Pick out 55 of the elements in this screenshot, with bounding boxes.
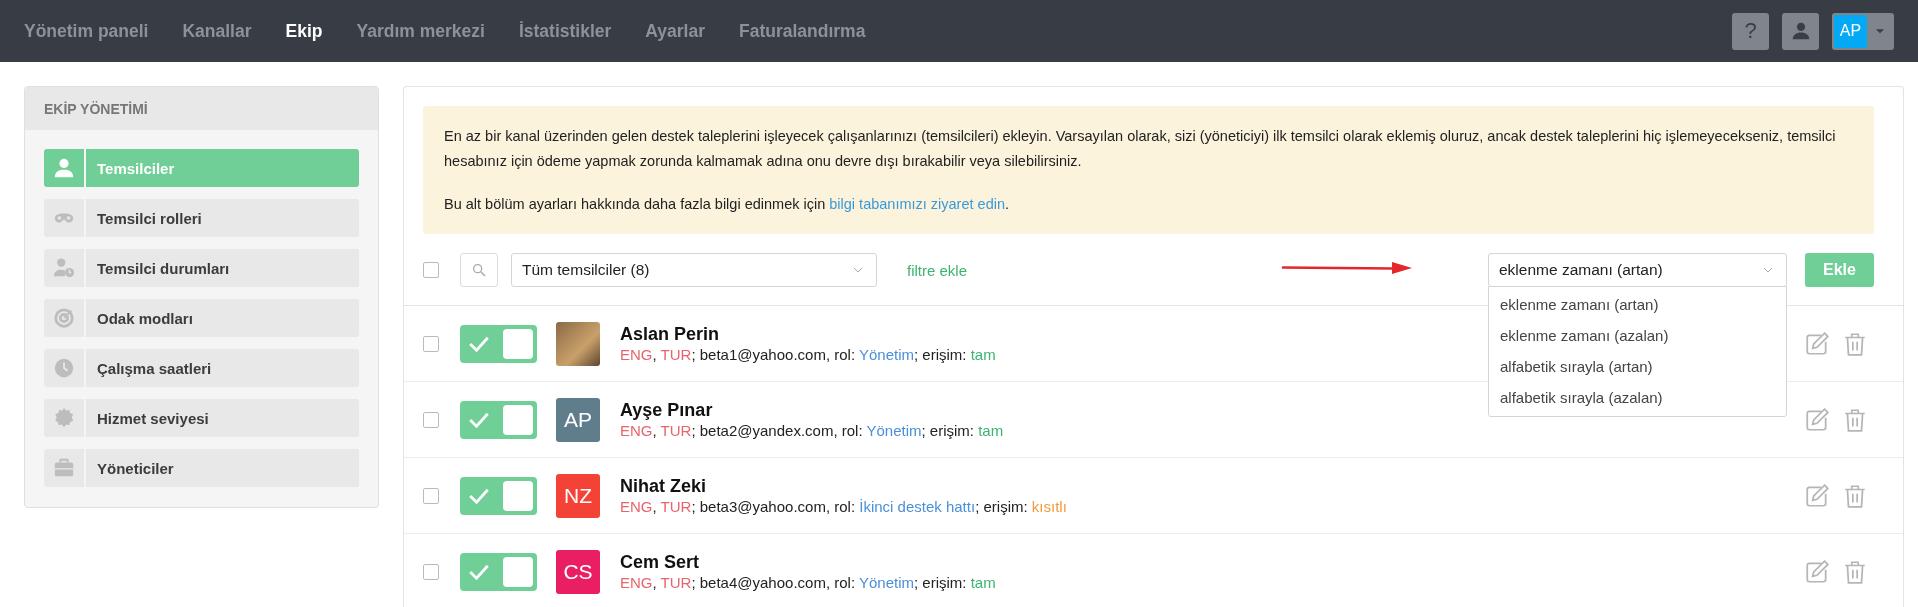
avatar: CS bbox=[556, 549, 600, 594]
badge-icon bbox=[53, 407, 75, 429]
sort-option[interactable]: alfabetik sırayla (azalan) bbox=[1489, 382, 1786, 413]
toggle-switch[interactable] bbox=[460, 324, 537, 363]
sidebar-item[interactable]: Çalışma saatleri bbox=[44, 349, 359, 387]
sort-option[interactable]: eklenme zamanı (artan) bbox=[1489, 289, 1786, 320]
sort-option[interactable]: alfabetik sırayla (artan) bbox=[1489, 351, 1786, 382]
agent-details: ENG, TUR; beta2@yandex.com, rol: Yönetim; erişim: tam bbox=[620, 422, 1004, 439]
agent-name: Nihat Zeki bbox=[620, 476, 707, 497]
info-text: Bu alt bölüm ayarları hakkında daha fazla bilgi edinmek için bilgi tabanımızı ziyaret edin. bbox=[444, 195, 1010, 214]
edit-icon bbox=[1804, 406, 1830, 433]
edit-icon bbox=[1804, 558, 1830, 585]
checkbox[interactable] bbox=[423, 487, 439, 504]
photo-placeholder bbox=[556, 321, 600, 366]
toggle-switch[interactable] bbox=[460, 400, 537, 439]
checkbox[interactable] bbox=[423, 262, 439, 278]
checkbox[interactable] bbox=[423, 335, 439, 352]
checkbox[interactable] bbox=[423, 411, 439, 428]
avatar: NZ bbox=[556, 473, 600, 518]
edit-icon bbox=[1804, 330, 1830, 357]
search-button[interactable] bbox=[460, 253, 498, 287]
toggle-switch[interactable] bbox=[460, 552, 537, 591]
sort-dropdown[interactable]: eklenme zamanı (artan) bbox=[1488, 253, 1787, 287]
sort-option[interactable]: eklenme zamanı (azalan) bbox=[1489, 320, 1786, 351]
briefcase-icon bbox=[53, 457, 75, 479]
sidebar-item[interactable]: Yöneticiler bbox=[44, 449, 359, 487]
trash-icon bbox=[1842, 406, 1868, 433]
user-avatar: AP bbox=[1834, 14, 1867, 48]
search-icon bbox=[471, 262, 487, 278]
sidebar-item[interactable]: Temsilci durumları bbox=[44, 249, 359, 287]
agent-details: ENG, TUR; beta4@yahoo.com, rol: Yönetim; erişim: tam bbox=[620, 574, 996, 591]
person-clock-icon bbox=[53, 257, 75, 279]
avatar: AP bbox=[556, 397, 600, 442]
target-icon bbox=[53, 307, 75, 329]
edit-icon bbox=[1804, 482, 1830, 509]
agent-details: ENG, TUR; beta1@yahoo.com, rol: Yönetim; erişim: tam bbox=[620, 346, 996, 363]
toggle-switch[interactable] bbox=[460, 476, 537, 515]
checkbox[interactable] bbox=[423, 563, 439, 580]
profile-button[interactable] bbox=[1782, 12, 1819, 50]
agent-details: ENG, TUR; beta3@yahoo.com, rol: İkinci destek hattı; erişim: kısıtlı bbox=[620, 498, 1067, 515]
person-icon bbox=[53, 157, 75, 179]
trash-icon bbox=[1842, 482, 1868, 509]
agent-name: Aslan Perin bbox=[620, 324, 720, 345]
nav-tab[interactable]: Ekip bbox=[285, 20, 323, 42]
info-text: En az bir kanal üzerinden gelen destek taleplerini işleyecek çalışanlarınızı (temsilcileri) ekleyin. Varsayılan olarak, sizi (yöneticiyi) ilk temsilci olarak eklemiş oluruz, ancak destek taleplerini hiç işlemeyecekseniz, temsilci hesabınız için ödeme yapmak zorunda kalmamak adına onu devre dışı bırakabilir veya silebilirsiniz. bbox=[444, 127, 1837, 171]
trash-icon bbox=[1842, 330, 1868, 357]
sidebar-item[interactable]: Hizmet seviyesi bbox=[44, 399, 359, 437]
agent-name: Ayşe Pınar bbox=[620, 400, 713, 421]
clock-icon bbox=[53, 357, 75, 379]
sidebar-item[interactable]: Odak modları bbox=[44, 299, 359, 337]
sidebar-item[interactable]: Temsilci rolleri bbox=[44, 199, 359, 237]
agent-name: Cem Sert bbox=[620, 552, 700, 573]
sidebar-title: EKİP YÖNETİMİ bbox=[25, 87, 378, 130]
filter-dropdown[interactable]: Tüm temsilciler (8) bbox=[511, 253, 877, 287]
trash-icon bbox=[1842, 558, 1868, 585]
